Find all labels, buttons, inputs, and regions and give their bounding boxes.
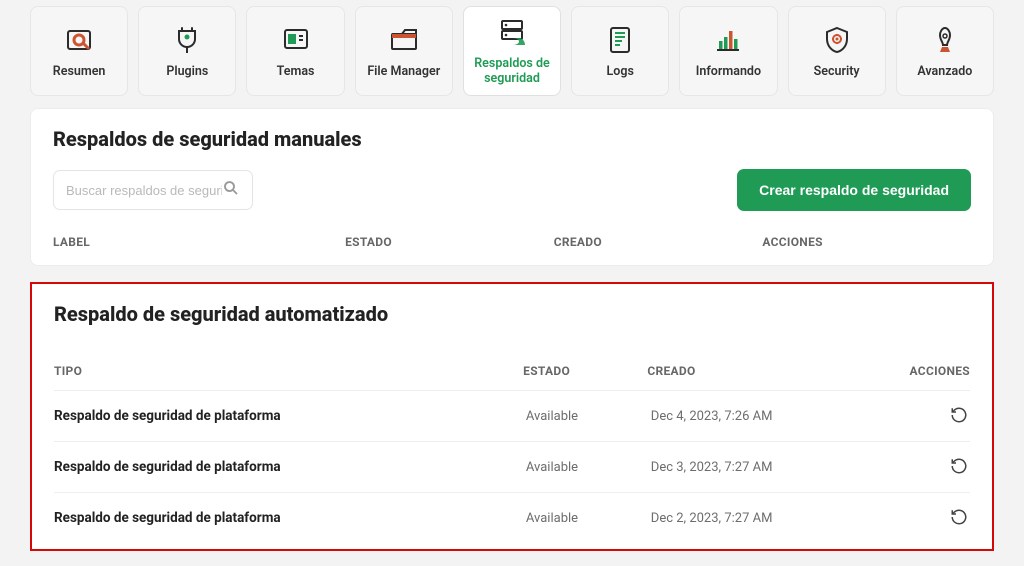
tab-security[interactable]: Security	[788, 6, 886, 96]
table-row: Respaldo de seguridad de plataforma Avai…	[54, 390, 970, 441]
manual-backups-card: Respaldos de seguridad manuales Crear re…	[30, 108, 994, 266]
tab-label: Security	[814, 64, 860, 79]
manual-table-header: LABEL ESTADO CREADO ACCIONES	[53, 231, 971, 251]
row-tipo: Respaldo de seguridad de plataforma	[54, 510, 526, 526]
col-label: LABEL	[53, 235, 345, 249]
col-creado: CREADO	[554, 235, 763, 249]
tabs-row: Resumen Plugins Temas File Manager Respa…	[30, 6, 994, 96]
tab-respaldos[interactable]: Respaldos de seguridad	[463, 6, 561, 96]
restore-button[interactable]	[948, 405, 970, 427]
reporting-icon	[712, 24, 744, 56]
tab-label: Informando	[696, 64, 761, 79]
tab-label: Resumen	[53, 64, 106, 79]
search-box[interactable]	[53, 170, 253, 210]
tab-label: Avanzado	[917, 64, 972, 79]
row-estado: Available	[526, 460, 651, 475]
tab-file-manager[interactable]: File Manager	[355, 6, 453, 96]
restore-icon	[950, 457, 968, 478]
search-icon[interactable]	[222, 179, 240, 201]
col-estado: ESTADO	[345, 235, 554, 249]
create-backup-button[interactable]: Crear respaldo de seguridad	[737, 169, 971, 211]
tab-label: Respaldos de seguridad	[468, 56, 556, 86]
row-estado: Available	[526, 409, 651, 424]
backups-icon	[496, 16, 528, 48]
auto-backups-title: Respaldo de seguridad automatizado	[54, 302, 970, 326]
col-tipo: TIPO	[54, 364, 523, 378]
themes-icon	[280, 24, 312, 56]
search-input[interactable]	[66, 183, 222, 198]
row-creado: Dec 2, 2023, 7:27 AM	[651, 511, 915, 526]
tab-label: Temas	[277, 64, 315, 79]
col-acciones: ACCIONES	[762, 235, 971, 249]
row-creado: Dec 3, 2023, 7:27 AM	[651, 460, 915, 475]
table-row: Respaldo de seguridad de plataforma Avai…	[54, 441, 970, 492]
row-tipo: Respaldo de seguridad de plataforma	[54, 408, 526, 424]
tab-resumen[interactable]: Resumen	[30, 6, 128, 96]
tab-label: File Manager	[367, 64, 440, 79]
auto-table-header: TIPO ESTADO CREADO ACCIONES	[54, 358, 970, 390]
table-row: Respaldo de seguridad de plataforma Avai…	[54, 492, 970, 543]
row-estado: Available	[526, 511, 651, 526]
auto-backups-card: Respaldo de seguridad automatizado TIPO …	[30, 282, 994, 551]
tab-avanzado[interactable]: Avanzado	[896, 6, 994, 96]
tab-logs[interactable]: Logs	[571, 6, 669, 96]
restore-icon	[950, 406, 968, 427]
row-creado: Dec 4, 2023, 7:26 AM	[651, 409, 915, 424]
folder-icon	[388, 24, 420, 56]
col-estado: ESTADO	[523, 364, 647, 378]
advanced-icon	[929, 24, 961, 56]
col-creado: CREADO	[647, 364, 909, 378]
manual-backups-title: Respaldos de seguridad manuales	[53, 127, 971, 151]
col-acciones: ACCIONES	[910, 364, 970, 378]
restore-button[interactable]	[948, 507, 970, 529]
logs-icon	[604, 24, 636, 56]
tab-informando[interactable]: Informando	[679, 6, 777, 96]
tab-temas[interactable]: Temas	[246, 6, 344, 96]
tab-plugins[interactable]: Plugins	[138, 6, 236, 96]
restore-icon	[950, 508, 968, 529]
row-tipo: Respaldo de seguridad de plataforma	[54, 459, 526, 475]
restore-button[interactable]	[948, 456, 970, 478]
overview-icon	[63, 24, 95, 56]
plugin-icon	[171, 24, 203, 56]
tab-label: Plugins	[166, 64, 208, 79]
security-icon	[821, 24, 853, 56]
tab-label: Logs	[607, 64, 634, 79]
